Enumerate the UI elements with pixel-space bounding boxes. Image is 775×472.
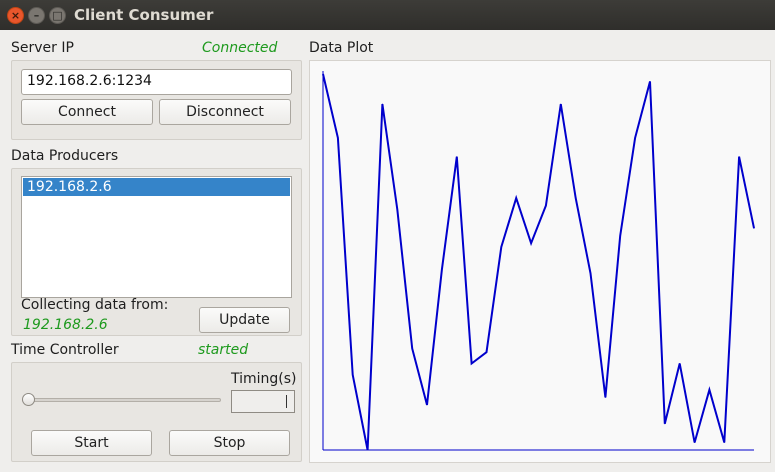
data-point (322, 73, 324, 75)
data-point (486, 351, 487, 353)
timing-slider-track[interactable] (22, 398, 221, 402)
data-plot-panel (309, 60, 771, 463)
data-point (367, 449, 369, 451)
data-point (619, 235, 621, 237)
data-point (723, 442, 725, 443)
data-point (560, 103, 562, 105)
time-controller-label: Time Controller (11, 342, 119, 358)
collecting-value: 192.168.2.6 (23, 317, 108, 333)
timing-slider-handle[interactable] (22, 393, 35, 406)
data-point (634, 137, 636, 139)
data-point (426, 404, 428, 406)
server-ip-input[interactable]: 192.168.2.6:1234 (21, 69, 292, 95)
data-point (604, 396, 606, 398)
data-point (352, 374, 354, 376)
data-point (694, 442, 696, 443)
data-point (575, 197, 577, 199)
stop-button[interactable]: Stop (169, 430, 290, 456)
timing-spinbox[interactable] (231, 390, 295, 413)
series-line (322, 73, 755, 451)
data-point (530, 242, 532, 244)
data-plot-chart (322, 71, 755, 451)
update-button[interactable]: Update (199, 307, 290, 333)
data-point (337, 137, 339, 139)
data-point (411, 348, 413, 349)
text-cursor (286, 395, 287, 408)
server-ip-label: Server IP (11, 40, 74, 56)
disconnect-button[interactable]: Disconnect (159, 99, 291, 125)
window-title: Client Consumer (74, 6, 214, 24)
start-button[interactable]: Start (31, 430, 152, 456)
data-point (649, 81, 651, 82)
data-point (545, 205, 547, 207)
data-point (679, 363, 681, 364)
data-point (590, 272, 591, 274)
data-point (753, 227, 755, 229)
producers-group: 192.168.2.6 Collecting data from: 192.16… (11, 168, 302, 336)
timer-status: started (198, 342, 249, 358)
data-producers-label: Data Producers (11, 148, 119, 164)
data-point (664, 423, 666, 425)
close-icon[interactable]: × (7, 7, 24, 24)
timer-group: Timing(s) Start Stop (11, 362, 302, 462)
data-point (500, 246, 502, 248)
data-point (471, 363, 473, 364)
connection-status: Connected (202, 40, 278, 56)
title-bar: × – □ Client Consumer (0, 0, 775, 30)
data-point (441, 269, 443, 270)
maximize-icon[interactable]: □ (49, 7, 66, 24)
collecting-label: Collecting data from: (21, 297, 169, 313)
server-group: 192.168.2.6:1234 Connect Disconnect (11, 60, 302, 140)
data-point (515, 197, 517, 199)
producers-list[interactable]: 192.168.2.6 (21, 176, 292, 298)
list-item[interactable]: 192.168.2.6 (23, 178, 290, 196)
data-point (708, 389, 710, 391)
data-point (381, 103, 383, 105)
data-plot-label: Data Plot (309, 40, 374, 56)
data-point (396, 208, 398, 210)
data-point (738, 156, 740, 158)
minimize-icon[interactable]: – (28, 7, 45, 24)
timing-label: Timing(s) (231, 371, 297, 387)
data-point (456, 156, 458, 158)
connect-button[interactable]: Connect (21, 99, 153, 125)
